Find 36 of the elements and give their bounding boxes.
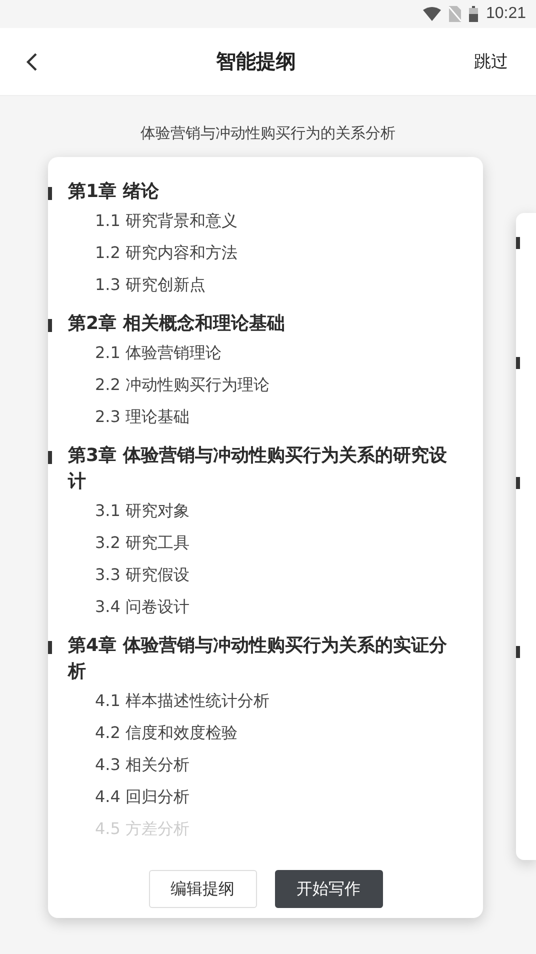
section-item: 3.3 研究假设: [95, 564, 191, 586]
topic-title: 体验营销与冲动性购买行为的关系分析: [140, 124, 396, 143]
section-item: 3.4 问卷设计: [95, 596, 191, 618]
skip-link[interactable]: 跳过: [474, 50, 508, 73]
section-item: 2.2 冲动性购买行为理论: [95, 374, 271, 396]
section-item: 4.4 回归分析: [95, 786, 191, 808]
chapter-marker: [48, 187, 52, 200]
section-item: 2.1 体验营销理论: [95, 342, 223, 364]
chapter-marker: [516, 646, 520, 658]
chapter-title: 第2章 相关概念和理论基础: [68, 312, 285, 336]
section-item: 1.3 研究创新点: [95, 274, 207, 296]
page-title: 智能提纲: [216, 48, 296, 75]
start-writing-button[interactable]: 开始写作: [274, 870, 383, 908]
chapter-marker: [516, 237, 520, 249]
chapter-marker: [48, 319, 52, 332]
chapter-title: 第1章 绪论: [68, 180, 159, 204]
section-item: 4.3 相关分析: [95, 754, 191, 776]
chapter-marker: [516, 357, 520, 369]
section-item: 2.3 理论基础: [95, 406, 191, 428]
section-item: 4.1 样本描述性统计分析: [95, 690, 271, 712]
section-item: 1.1 研究背景和意义: [95, 210, 239, 232]
status-time: 10:21: [486, 5, 526, 23]
section-item: 3.2 研究工具: [95, 532, 191, 554]
section-item: 1.2 研究内容和方法: [95, 242, 239, 264]
section-item: 3.1 研究对象: [95, 500, 191, 522]
chapter-marker: [48, 451, 52, 464]
chapter-title: 第3章 体验营销与冲动性购买行为关系的研究设计: [68, 444, 448, 494]
no-sim-icon: [448, 6, 461, 22]
back-icon[interactable]: [26, 52, 38, 72]
section-item: 4.2 信度和效度检验: [95, 722, 239, 744]
chapter-marker: [516, 477, 520, 489]
wifi-icon: [422, 7, 441, 21]
battery-icon: [468, 6, 478, 22]
chapter-title: 第4章 体验营销与冲动性购买行为关系的实证分析: [68, 634, 448, 684]
chapter-marker: [48, 641, 52, 654]
edit-outline-button[interactable]: 编辑提纲: [148, 870, 257, 908]
